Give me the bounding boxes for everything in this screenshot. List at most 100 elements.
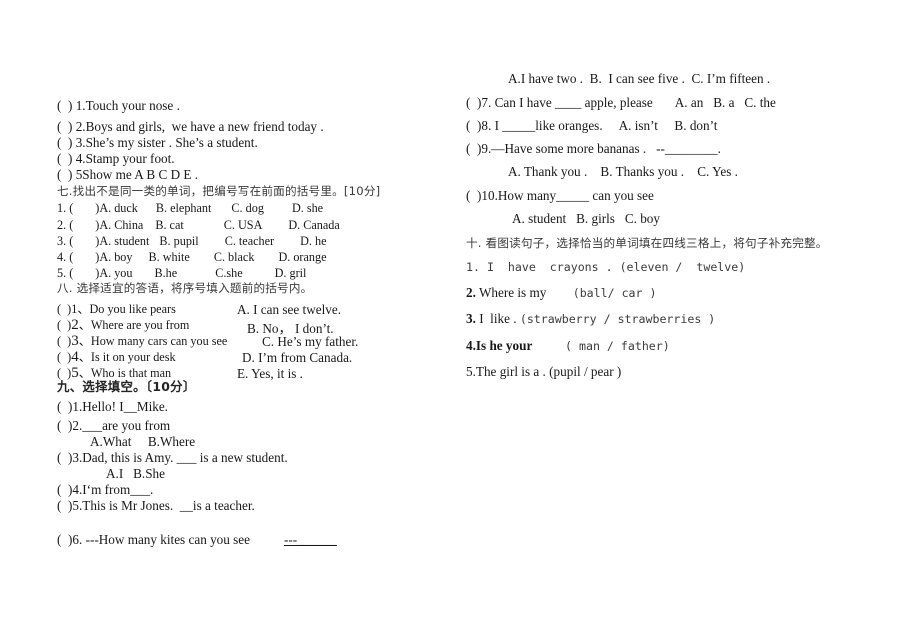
table-row: 4. ()A. boy B. white C. black D. orange [57,250,327,263]
answer-bracket[interactable]: ( ) [466,188,481,203]
answer-blank[interactable]: ---______ [284,532,337,547]
item-sentence: Where is my [475,285,573,300]
item-text: 10.How many_____ can you see [481,188,654,203]
carryover-choices[interactable]: A.I have two . B. I can see five . C. I’… [508,72,770,85]
match-row: ( )3、How many cars can you see [57,334,227,349]
list-item: ( )3.Dad, this is Amy. ___ is a new stud… [57,451,288,464]
item-options[interactable]: (ball/ car ) [573,286,657,300]
item-text: 1.Touch your nose . [75,98,180,113]
row-number: 4. ( [57,250,74,264]
item-text: 2.___are you from [72,418,171,433]
item-bracket[interactable]: ( ) [57,151,72,166]
choice-b[interactable]: B. white [149,250,190,264]
item-choices[interactable]: A.What B.Where [90,435,195,448]
choice-d[interactable]: D. she [292,201,323,215]
list-item: ( )5.This is Mr Jones. __is a teacher. [57,499,255,512]
answer-bracket[interactable]: ( ) [57,532,72,547]
choice-d[interactable]: D. he [300,234,326,248]
choice-a[interactable]: A. duck [99,201,138,215]
section-eight-heading: 八. 选择适宜的答语，将序号填入题前的括号内。 [57,281,313,295]
answer-bracket[interactable]: ( ) [57,318,71,332]
answer-option[interactable]: C. He’s my father. [262,334,358,350]
answer-bracket[interactable]: ( ) [57,399,72,414]
item-number: 3. [466,311,476,326]
list-item: ( ) 4.Stamp your foot. [57,152,175,165]
item-bracket[interactable]: ( ) [57,98,72,113]
section-nine-heading: 九、选择填空。〔10分〕 [57,379,196,394]
item-number: 1. [466,260,480,274]
choice-b[interactable]: B. cat [155,218,183,232]
answer-option[interactable]: D. I’m from Canada. [242,350,352,366]
item-bracket[interactable]: ( ) [57,167,72,182]
choice-c[interactable]: C. USA [224,218,263,232]
answer-bracket[interactable]: ( ) [57,350,71,364]
answer-option[interactable]: E. Yes, it is . [237,366,303,382]
item-number: 4. [466,338,476,353]
answer-option[interactable]: A. I can see twelve. [237,302,341,318]
item-separator: 、 [78,334,91,348]
item-sentence: Is he your [475,338,566,353]
item-sentence: The girl is a . [475,364,550,379]
item-choices[interactable]: A. an B. a C. the [675,95,776,110]
choice-a[interactable]: A. China [99,218,143,232]
item-sentence: I have crayons . [479,260,620,274]
answer-bracket[interactable]: ( ) [57,418,72,433]
match-row: ( )2、Where are you from [57,318,189,333]
item-options[interactable]: (eleven / twelve) [620,260,746,274]
item-text: 4.I‘m from___. [72,482,154,497]
choice-d[interactable]: D. gril [275,266,307,280]
item-number: 2. [466,285,476,300]
choice-d[interactable]: D. orange [278,250,326,264]
item-text: 1.Hello! I__Mike. [72,399,168,414]
row-number: 1. ( [57,201,74,215]
item-choices[interactable]: A. Thank you . B. Thanks you . C. Yes . [508,165,738,178]
list-item: ( )1.Hello! I__Mike. [57,400,168,413]
item-bracket[interactable]: ( ) [57,135,72,150]
answer-bracket[interactable]: ( ) [57,482,72,497]
choice-c[interactable]: C. dog [231,201,264,215]
answer-bracket[interactable]: ( ) [57,366,71,380]
choice-b[interactable]: B.he [155,266,178,280]
item-text: 8. I _____like oranges. [481,118,603,133]
list-item: ( )2.___are you from [57,419,170,432]
match-row: ( )4、Is it on your desk [57,350,176,365]
item-options[interactable]: ( man / father) [565,339,670,353]
answer-bracket[interactable]: ( ) [57,498,72,513]
question-text: How many cars can you see [90,334,228,348]
item-choices[interactable]: A.I B.She [106,467,165,480]
item-separator: 、 [78,366,91,380]
answer-bracket[interactable]: ( ) [57,450,72,465]
match-row: ( )1、Do you like pears [57,302,176,315]
item-text: 5.This is Mr Jones. __is a teacher. [72,498,255,513]
list-item: ( ) 2.Boys and girls, we have a new frie… [57,120,324,133]
answer-bracket[interactable]: ( ) [466,95,481,110]
list-item: ( )7. Can I have ____ apple, please A. an… [466,96,776,109]
item-options[interactable]: (strawberry / strawberries ) [520,312,715,326]
choice-a[interactable]: A. boy [99,250,132,264]
item-choices[interactable]: A. isn’t B. don’t [619,118,718,133]
item-text: 9.—Have some more bananas . --________. [481,141,721,156]
item-options[interactable]: (pupil / pear ) [549,364,621,379]
item-choices[interactable]: A. student B. girls C. boy [512,212,660,225]
choice-c[interactable]: C. teacher [225,234,274,248]
list-item: ( )10.How many_____ can you see [466,189,654,202]
choice-a[interactable]: A. you [99,266,132,280]
choice-b[interactable]: B. pupil [159,234,198,248]
answer-bracket[interactable]: ( ) [57,334,71,348]
choice-a[interactable]: A. student [99,234,149,248]
choice-d[interactable]: D. Canada [288,218,339,232]
item-text: 6. ---How many kites can you see [72,532,251,547]
answer-bracket[interactable]: ( ) [466,118,481,133]
answer-bracket[interactable]: ( ) [57,302,71,316]
answer-bracket[interactable]: ( ) [466,141,481,156]
item-text: 3.She’s my sister . She’s a student. [75,135,258,150]
choice-c[interactable]: C.she [215,266,242,280]
item-bracket[interactable]: ( ) [57,119,72,134]
item-number: 5. [466,364,476,379]
choice-c[interactable]: C. black [214,250,255,264]
item-text: 7. Can I have ____ apple, please [481,95,653,110]
item-number: 4 [71,349,79,365]
choice-b[interactable]: B. elephant [156,201,212,215]
question-text: Is it on your desk [90,350,176,364]
list-item: ( )9.—Have some more bananas . --_______… [466,142,721,155]
